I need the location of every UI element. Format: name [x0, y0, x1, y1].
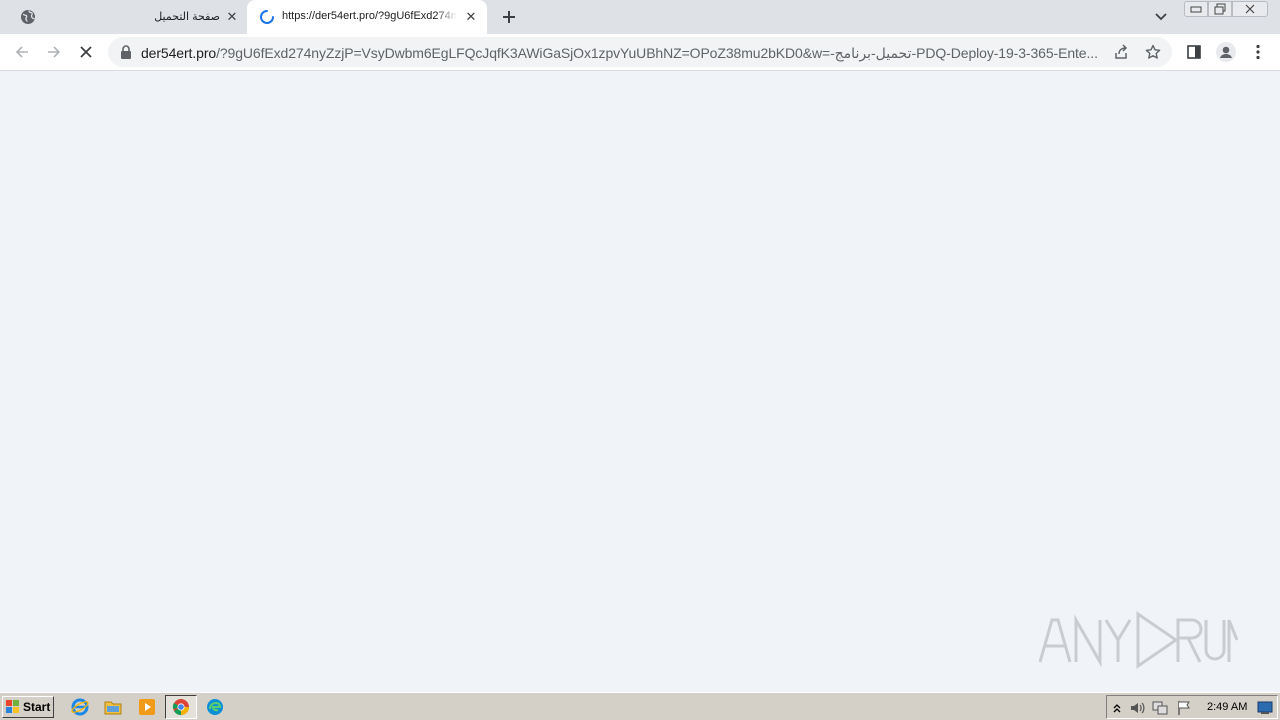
volume-icon[interactable]	[1129, 700, 1145, 716]
restore-icon	[1214, 3, 1226, 15]
browser-toolbar: der54ert.pro/?9gU6fExd274nyZzjP=VsyDwbm6…	[0, 34, 1280, 71]
tab-close-icon[interactable]: ✕	[463, 9, 479, 25]
start-button[interactable]: Start	[2, 696, 54, 718]
show-desktop-icon[interactable]	[1257, 700, 1273, 716]
side-panel-icon	[1187, 45, 1201, 59]
action-center-flag-icon[interactable]	[1176, 700, 1192, 716]
lock-icon[interactable]	[120, 45, 132, 59]
windows-logo-icon	[6, 700, 19, 713]
stop-loading-button[interactable]	[76, 42, 96, 62]
star-icon	[1145, 44, 1161, 59]
back-button[interactable]	[12, 42, 32, 62]
restore-button[interactable]	[1208, 1, 1232, 17]
tab-close-icon[interactable]: ✕	[224, 9, 240, 25]
menu-button[interactable]	[1248, 42, 1268, 62]
start-label: Start	[23, 700, 51, 714]
bookmark-star-button[interactable]	[1143, 42, 1163, 62]
chrome-taskbar-button[interactable]	[165, 695, 197, 719]
taskbar: Start 2:49 AM	[0, 692, 1280, 720]
anyrun-watermark	[1038, 608, 1239, 672]
chevron-down-icon	[1155, 13, 1167, 21]
share-button[interactable]	[1111, 42, 1131, 62]
network-icon[interactable]	[1152, 700, 1168, 716]
clock[interactable]: 2:49 AM	[1207, 701, 1247, 713]
edge-icon[interactable]	[205, 697, 225, 717]
profile-button[interactable]	[1216, 42, 1236, 62]
new-tab-button[interactable]	[499, 7, 519, 27]
url-path: /?9gU6fExd274nyZzjP=VsyDwbm6EgLFQcJqfK3A…	[216, 45, 1098, 61]
tab-download-page[interactable]: صفحة التحميل ✕	[0, 0, 247, 34]
url-host: der54ert.pro	[141, 45, 217, 61]
kebab-menu-icon	[1256, 44, 1260, 60]
loading-spinner-icon	[259, 9, 275, 25]
side-panel-button[interactable]	[1184, 42, 1204, 62]
close-icon	[1245, 4, 1255, 14]
close-window-button[interactable]	[1232, 1, 1268, 17]
close-icon	[80, 46, 92, 58]
avatar-icon	[1216, 42, 1236, 62]
globe-icon	[20, 9, 36, 25]
minimize-icon	[1190, 6, 1202, 13]
chrome-icon	[172, 699, 189, 716]
chevron-up-icon	[1113, 704, 1121, 713]
internet-explorer-icon[interactable]	[70, 697, 90, 717]
page-content	[0, 71, 1280, 692]
tab-strip: صفحة التحميل ✕ https://der54ert.pro/?9gU…	[0, 0, 1280, 34]
arrow-left-icon	[15, 46, 28, 58]
url-text[interactable]: der54ert.pro/?9gU6fExd274nyZzjP=VsyDwbm6…	[141, 45, 1103, 62]
tab-title: https://der54ert.pro/?9gU6fExd274nyZzjP=…	[282, 10, 457, 22]
file-explorer-icon[interactable]	[103, 697, 123, 717]
plus-icon	[503, 11, 515, 23]
arrow-right-icon	[48, 46, 61, 58]
forward-button[interactable]	[44, 42, 64, 62]
system-tray: 2:49 AM	[1106, 695, 1278, 719]
show-hidden-icons-button[interactable]	[1109, 700, 1125, 716]
tab-title: صفحة التحميل	[154, 11, 220, 23]
address-bar[interactable]: der54ert.pro/?9gU6fExd274nyZzjP=VsyDwbm6…	[108, 37, 1172, 67]
media-player-icon[interactable]	[137, 697, 157, 717]
share-icon	[1115, 44, 1128, 59]
tab-search-button[interactable]	[1152, 9, 1170, 25]
tab-active-loading[interactable]: https://der54ert.pro/?9gU6fExd274nyZzjP=…	[247, 0, 487, 34]
minimize-button[interactable]	[1184, 1, 1208, 17]
